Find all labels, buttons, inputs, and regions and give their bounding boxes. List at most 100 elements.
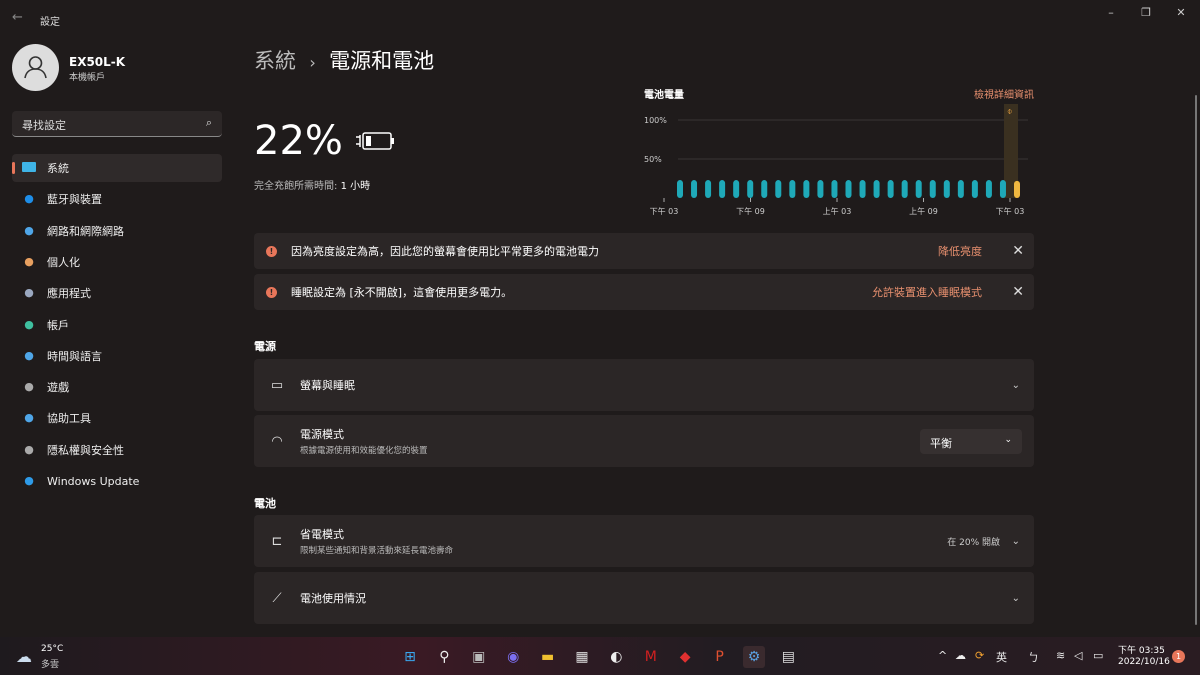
- sidebar-item-label: 時間與語言: [47, 349, 102, 363]
- warning-icon: !: [266, 286, 277, 298]
- battery-bar: [775, 180, 782, 198]
- title-bar: ← 設定 – ❐ ✕: [0, 0, 1200, 36]
- notification-badge[interactable]: 1: [1172, 650, 1185, 663]
- app-icon[interactable]: ◆: [674, 646, 696, 668]
- sidebar-item-8[interactable]: ● 協助工具: [12, 404, 222, 432]
- battery-bar: [873, 180, 880, 198]
- maximize-button[interactable]: ❐: [1136, 6, 1156, 19]
- settings-icon[interactable]: ⚙: [743, 646, 765, 668]
- app-icon[interactable]: ◐: [605, 646, 627, 668]
- volume-icon[interactable]: ◁: [1074, 649, 1082, 662]
- mcafee-icon[interactable]: M: [640, 646, 662, 668]
- x-tick-label: 下午 09: [736, 206, 765, 216]
- powerpoint-icon[interactable]: P: [709, 646, 731, 668]
- file-explorer-icon[interactable]: ▬: [537, 646, 559, 668]
- close-icon[interactable]: ✕: [1012, 243, 1024, 259]
- power-mode-value: 平衡: [930, 437, 952, 450]
- x-tick-label: 下午 03: [650, 206, 679, 216]
- battery-bar: [747, 180, 754, 198]
- clock-time[interactable]: 下午 03:35: [1118, 643, 1165, 656]
- battery-saver-sub: 限制某些通知和背景活動來延長電池壽命: [300, 546, 454, 556]
- close-button[interactable]: ✕: [1171, 6, 1191, 19]
- battery-percent: 22%: [254, 118, 343, 164]
- sidebar-item-6[interactable]: ● 時間與語言: [12, 342, 222, 370]
- sidebar-item-9[interactable]: ● 隱私權與安全性: [12, 436, 222, 464]
- cloud-icon: ☁: [16, 647, 32, 666]
- battery-bar: [971, 180, 978, 198]
- chevron-down-icon: ⌄: [1004, 435, 1012, 445]
- sidebar-item-3[interactable]: ● 個人化: [12, 248, 222, 276]
- wifi-icon[interactable]: ≋: [1056, 649, 1065, 662]
- sidebar-item-7[interactable]: ● 遊戲: [12, 373, 222, 401]
- sidebar-item-label: 帳戶: [47, 318, 69, 332]
- sidebar-item-1[interactable]: ● 藍牙與裝置: [12, 185, 222, 213]
- weather-temp[interactable]: 25°C: [41, 644, 63, 654]
- alert-action-link[interactable]: 允許裝置進入睡眠模式: [872, 284, 982, 300]
- chevron-down-icon: ⌄: [1011, 535, 1020, 547]
- chevron-up-icon[interactable]: ^: [938, 649, 947, 662]
- battery-icon[interactable]: ▭: [1093, 649, 1103, 662]
- ime-mode-icon[interactable]: ㄅ: [1028, 649, 1039, 665]
- screen-sleep-icon: ▭: [270, 377, 284, 393]
- battery-saver-status: 在 20% 開啟: [947, 537, 1000, 548]
- snipping-icon[interactable]: ▤: [777, 646, 799, 668]
- minimize-button[interactable]: –: [1101, 6, 1121, 19]
- battery-usage-row[interactable]: ⟋ 電池使用情況 ⌄: [254, 572, 1034, 624]
- battery-bar: [705, 180, 712, 198]
- power-mode-dropdown[interactable]: 平衡 ⌄: [920, 429, 1022, 454]
- search-icon[interactable]: ⚲: [433, 646, 455, 668]
- search-input[interactable]: 尋找設定 ⌕: [12, 111, 222, 137]
- chart-plot: 100% 50% ⌽ 下午 03 下午 09 上午 03 上午 09 下午 03: [644, 104, 1028, 216]
- sidebar-item-5[interactable]: ● 帳戶: [12, 311, 222, 339]
- x-tick-label: 上午 09: [909, 206, 938, 216]
- chart-line-icon: ⟋: [272, 590, 282, 606]
- sidebar-item-0[interactable]: 系統: [12, 154, 222, 182]
- breadcrumb: 系統 › 電源和電池: [254, 45, 434, 75]
- app-title: 設定: [40, 17, 60, 28]
- screen-sleep-row[interactable]: ▭ 螢幕與睡眠 ⌄: [254, 359, 1034, 411]
- sidebar-item-10[interactable]: ● Windows Update: [12, 467, 222, 495]
- sidebar-item-label: 網路和網際網路: [47, 224, 124, 238]
- battery-bar: [691, 180, 698, 198]
- x-tick-label: 上午 03: [823, 206, 852, 216]
- battery-bar: [957, 180, 964, 198]
- back-button[interactable]: ←: [12, 10, 23, 25]
- battery-bar: [915, 180, 922, 198]
- alert-action-link[interactable]: 降低亮度: [938, 243, 982, 259]
- battery-bar: [719, 180, 726, 198]
- task-view-icon[interactable]: ▣: [468, 646, 490, 668]
- globe-clock-icon: ●: [24, 348, 34, 362]
- battery-saver-row[interactable]: ⊏ 省電模式 限制某些通知和背景活動來延長電池壽命 在 20% 開啟 ⌄: [254, 515, 1034, 567]
- power-heading: 電源: [254, 340, 276, 353]
- avatar[interactable]: [12, 44, 59, 91]
- account-type: 本機帳戶: [69, 73, 106, 83]
- onedrive-icon[interactable]: ☁: [955, 649, 966, 662]
- battery-charging-icon: [356, 132, 394, 150]
- sync-icon[interactable]: ⟳: [975, 649, 984, 662]
- battery-bar: [901, 180, 908, 198]
- sidebar-item-2[interactable]: ● 網路和網際網路: [12, 217, 222, 245]
- sidebar-item-4[interactable]: ● 應用程式: [12, 279, 222, 307]
- teams-chat-icon[interactable]: ◉: [502, 646, 524, 668]
- apps-icon: ●: [24, 286, 34, 300]
- scrollbar[interactable]: [1195, 95, 1197, 625]
- battery-usage-label: 電池使用情況: [300, 592, 366, 605]
- battery-bar: [845, 180, 852, 198]
- breadcrumb-parent[interactable]: 系統: [254, 49, 296, 73]
- gamepad-icon: ●: [24, 380, 34, 394]
- close-icon[interactable]: ✕: [1012, 284, 1024, 300]
- clock-date[interactable]: 2022/10/16: [1118, 657, 1170, 667]
- sidebar-item-label: 隱私權與安全性: [47, 443, 124, 457]
- battery-bar: [761, 180, 768, 198]
- power-mode-row: ◠ 電源模式 根據電源使用和效能優化您的裝置 平衡 ⌄: [254, 415, 1034, 467]
- chevron-down-icon: ⌄: [1011, 379, 1020, 391]
- person-icon: ●: [24, 317, 34, 331]
- battery-bar: [789, 180, 796, 198]
- weather-desc[interactable]: 多雲: [41, 657, 59, 670]
- sidebar-item-label: 協助工具: [47, 412, 91, 426]
- alert-text: 因為亮度設定為高，因此您的螢幕會使用比平常更多的電池電力: [291, 245, 599, 258]
- start-icon[interactable]: ⊞: [399, 646, 421, 668]
- ime-indicator[interactable]: 英: [996, 649, 1007, 665]
- battery-bar: [859, 180, 866, 198]
- store-icon[interactable]: ▦: [571, 646, 593, 668]
